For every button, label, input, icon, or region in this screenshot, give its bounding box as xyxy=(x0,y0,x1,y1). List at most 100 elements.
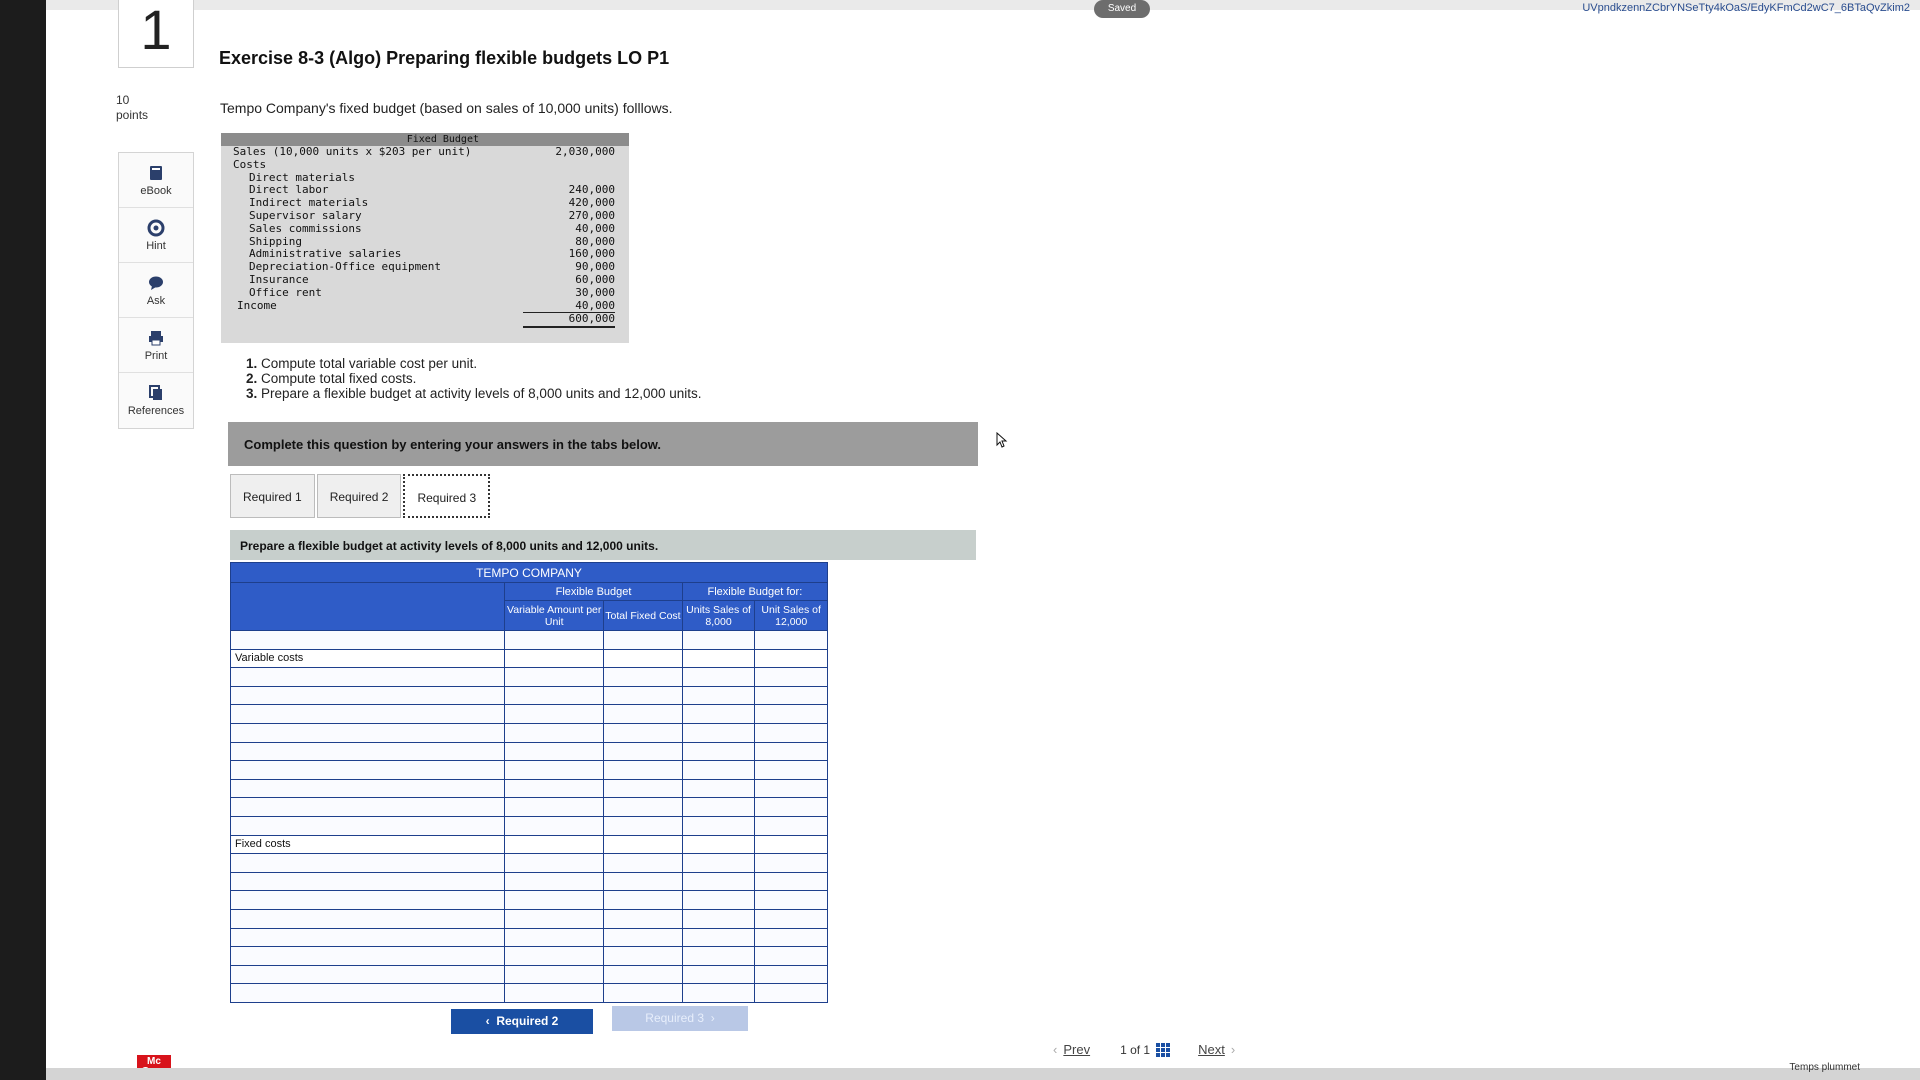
amount-input[interactable] xyxy=(754,815,828,836)
amount-input[interactable] xyxy=(754,704,828,724)
row-label-input[interactable] xyxy=(229,667,506,687)
amount-input[interactable] xyxy=(681,778,756,799)
amount-input[interactable] xyxy=(754,797,828,817)
amount-input[interactable] xyxy=(681,741,756,762)
amount-input[interactable] xyxy=(504,927,605,948)
amount-input[interactable] xyxy=(504,704,605,724)
next-link[interactable]: Next xyxy=(1198,1042,1225,1057)
tab-required-1[interactable]: Required 1 xyxy=(230,474,315,518)
row-label-input[interactable] xyxy=(229,983,506,1003)
row-label-input[interactable] xyxy=(229,778,506,799)
amount-input[interactable] xyxy=(681,983,756,1003)
amount-input[interactable] xyxy=(681,630,756,650)
amount-input[interactable] xyxy=(504,667,605,687)
amount-input[interactable] xyxy=(754,964,828,985)
prev-link[interactable]: Prev xyxy=(1063,1042,1090,1057)
amount-input[interactable] xyxy=(681,760,756,780)
amount-input[interactable] xyxy=(681,964,756,985)
grid-icon[interactable] xyxy=(1156,1042,1171,1057)
row-label-input[interactable] xyxy=(229,760,506,780)
amount-input[interactable] xyxy=(603,964,683,985)
amount-input[interactable] xyxy=(603,946,683,966)
amount-input[interactable] xyxy=(504,890,605,910)
amount-input[interactable] xyxy=(681,815,756,836)
amount-input[interactable] xyxy=(504,722,605,743)
row-label-input[interactable] xyxy=(229,946,506,966)
row-label-input[interactable] xyxy=(229,797,506,817)
amount-input[interactable] xyxy=(754,946,828,966)
row-label-input[interactable] xyxy=(229,630,506,650)
amount-input[interactable] xyxy=(681,946,756,966)
amount-input[interactable] xyxy=(681,704,756,724)
amount-input[interactable] xyxy=(603,741,683,762)
row-label-input[interactable] xyxy=(229,871,506,892)
amount-input[interactable] xyxy=(603,853,683,873)
amount-input[interactable] xyxy=(754,983,828,1003)
amount-input[interactable] xyxy=(504,946,605,966)
ebook-button[interactable]: eBook xyxy=(119,153,193,208)
row-label-input[interactable] xyxy=(229,964,506,985)
amount-input[interactable] xyxy=(603,760,683,780)
amount-input[interactable] xyxy=(681,908,756,929)
amount-input[interactable] xyxy=(754,871,828,892)
amount-input[interactable] xyxy=(504,778,605,799)
row-label-input[interactable] xyxy=(229,722,506,743)
amount-input[interactable] xyxy=(754,778,828,799)
amount-input[interactable] xyxy=(504,871,605,892)
amount-input[interactable] xyxy=(504,741,605,762)
amount-input[interactable] xyxy=(754,722,828,743)
amount-input[interactable] xyxy=(603,667,683,687)
amount-input[interactable] xyxy=(681,853,756,873)
print-button[interactable]: Print xyxy=(119,318,193,373)
row-label-input[interactable] xyxy=(229,685,506,706)
amount-input[interactable] xyxy=(504,630,605,650)
amount-input[interactable] xyxy=(603,722,683,743)
amount-input[interactable] xyxy=(681,927,756,948)
amount-input[interactable] xyxy=(681,685,756,706)
amount-input[interactable] xyxy=(754,908,828,929)
row-label-input[interactable] xyxy=(229,815,506,836)
amount-input[interactable] xyxy=(603,871,683,892)
amount-input[interactable] xyxy=(603,890,683,910)
tab-required-2[interactable]: Required 2 xyxy=(316,474,402,518)
amount-input[interactable] xyxy=(681,797,756,817)
row-label-input[interactable] xyxy=(229,853,506,873)
tab-required-3[interactable]: Required 3 xyxy=(403,474,491,518)
ask-button[interactable]: Ask xyxy=(119,263,193,318)
amount-input[interactable] xyxy=(681,890,756,910)
amount-input[interactable] xyxy=(504,797,605,817)
amount-input[interactable] xyxy=(681,871,756,892)
amount-input[interactable] xyxy=(681,667,756,687)
amount-input[interactable] xyxy=(603,797,683,817)
amount-input[interactable] xyxy=(754,630,828,650)
next-required-button[interactable]: Required 3 › xyxy=(612,1006,748,1031)
amount-input[interactable] xyxy=(504,853,605,873)
amount-input[interactable] xyxy=(754,927,828,948)
amount-input[interactable] xyxy=(603,927,683,948)
amount-input[interactable] xyxy=(603,815,683,836)
amount-input[interactable] xyxy=(504,760,605,780)
amount-input[interactable] xyxy=(504,983,605,1003)
amount-input[interactable] xyxy=(681,722,756,743)
row-label-input[interactable] xyxy=(229,908,506,929)
amount-input[interactable] xyxy=(603,983,683,1003)
hint-button[interactable]: Hint xyxy=(119,208,193,263)
amount-input[interactable] xyxy=(754,760,828,780)
amount-input[interactable] xyxy=(603,685,683,706)
amount-input[interactable] xyxy=(603,908,683,929)
amount-input[interactable] xyxy=(754,853,828,873)
amount-input[interactable] xyxy=(603,630,683,650)
amount-input[interactable] xyxy=(754,667,828,687)
amount-input[interactable] xyxy=(754,741,828,762)
amount-input[interactable] xyxy=(504,685,605,706)
row-label-input[interactable] xyxy=(229,927,506,948)
amount-input[interactable] xyxy=(504,815,605,836)
amount-input[interactable] xyxy=(754,890,828,910)
row-label-input[interactable] xyxy=(229,704,506,724)
amount-input[interactable] xyxy=(603,778,683,799)
references-button[interactable]: References xyxy=(119,373,193,428)
prev-required-button[interactable]: ‹ Required 2 xyxy=(451,1009,593,1034)
amount-input[interactable] xyxy=(603,704,683,724)
amount-input[interactable] xyxy=(504,908,605,929)
amount-input[interactable] xyxy=(504,964,605,985)
